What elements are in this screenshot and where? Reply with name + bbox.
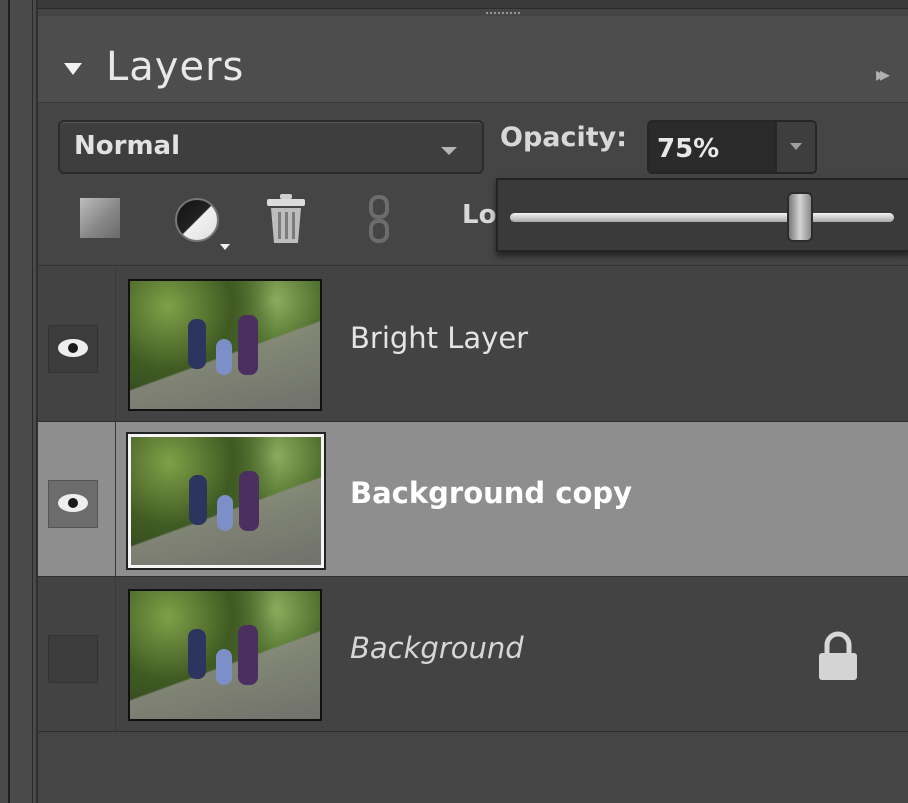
eye-pupil <box>68 343 78 353</box>
rail-divider <box>8 0 10 803</box>
new-layer-icon[interactable] <box>80 198 120 238</box>
chevron-down-icon <box>441 147 457 155</box>
panel-title: Layers <box>106 44 245 90</box>
person-figure <box>217 495 233 531</box>
person-figure <box>238 625 258 685</box>
panel-top-bar <box>38 0 908 9</box>
divider <box>38 265 908 266</box>
eye-icon <box>58 494 88 512</box>
blend-mode-select[interactable]: Normal <box>58 120 484 174</box>
adjustment-menu-triangle-icon[interactable] <box>220 244 230 250</box>
opacity-slider-thumb[interactable] <box>787 192 813 242</box>
opacity-slider-track[interactable] <box>510 213 894 222</box>
layer-name[interactable]: Background <box>350 631 524 665</box>
layer-row[interactable]: Bright Layer <box>38 267 908 422</box>
layer-name[interactable]: Bright Layer <box>350 321 528 355</box>
opacity-input[interactable]: 75% <box>647 120 777 174</box>
panel-menu-icon[interactable]: ▸▸ <box>876 62 890 86</box>
opacity-label: Opacity: <box>500 122 628 153</box>
left-rail <box>0 0 38 803</box>
layer-name[interactable]: Background copy <box>350 476 632 510</box>
person-figure <box>239 471 259 531</box>
visibility-toggle[interactable] <box>48 325 98 373</box>
layer-row[interactable]: Background copy <box>38 422 908 577</box>
column-divider <box>115 267 116 421</box>
collapse-triangle-icon[interactable] <box>64 63 82 75</box>
panel-header[interactable]: Layers ▸▸ <box>38 16 908 103</box>
layer-row[interactable]: Background <box>38 577 908 732</box>
lock-label: Lo <box>462 200 497 230</box>
opacity-slider-popup[interactable] <box>496 178 908 252</box>
chevron-down-icon <box>790 143 802 150</box>
trash-icon[interactable] <box>265 194 307 244</box>
resize-grip[interactable] <box>485 11 521 15</box>
visibility-toggle[interactable] <box>48 635 98 683</box>
opacity-dropdown-button[interactable] <box>775 120 817 174</box>
person-figure <box>216 339 232 375</box>
person-figure <box>188 629 206 679</box>
person-figure <box>188 319 206 369</box>
person-figure <box>189 475 207 525</box>
layers-panel: Layers ▸▸ Normal Opacity: 75% Lo Bright … <box>38 0 908 803</box>
person-figure <box>216 649 232 685</box>
blend-mode-value: Normal <box>74 131 180 161</box>
rail-divider <box>32 0 33 803</box>
opacity-value: 75% <box>657 134 720 164</box>
layer-thumbnail[interactable] <box>128 279 322 411</box>
layer-thumbnail[interactable] <box>128 589 322 721</box>
adjustment-layer-icon[interactable] <box>175 198 219 242</box>
column-divider <box>115 577 116 731</box>
column-divider <box>115 422 116 576</box>
link-icon[interactable] <box>368 195 390 243</box>
layer-thumbnail[interactable] <box>126 432 326 570</box>
visibility-toggle[interactable] <box>48 480 98 528</box>
eye-pupil <box>68 498 78 508</box>
person-figure <box>238 315 258 375</box>
lock-icon[interactable] <box>815 631 861 681</box>
eye-icon <box>58 339 88 357</box>
